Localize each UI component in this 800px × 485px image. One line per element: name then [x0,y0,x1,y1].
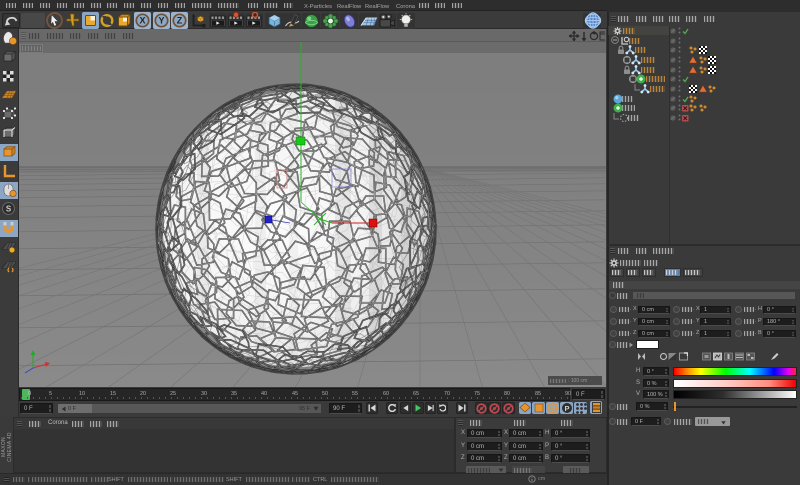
svg-text:X: X [139,16,145,26]
svg-text:Y: Y [158,16,164,26]
svg-text:P: P [564,404,569,413]
svg-text:S: S [6,204,12,213]
svg-text:Z: Z [177,16,183,26]
